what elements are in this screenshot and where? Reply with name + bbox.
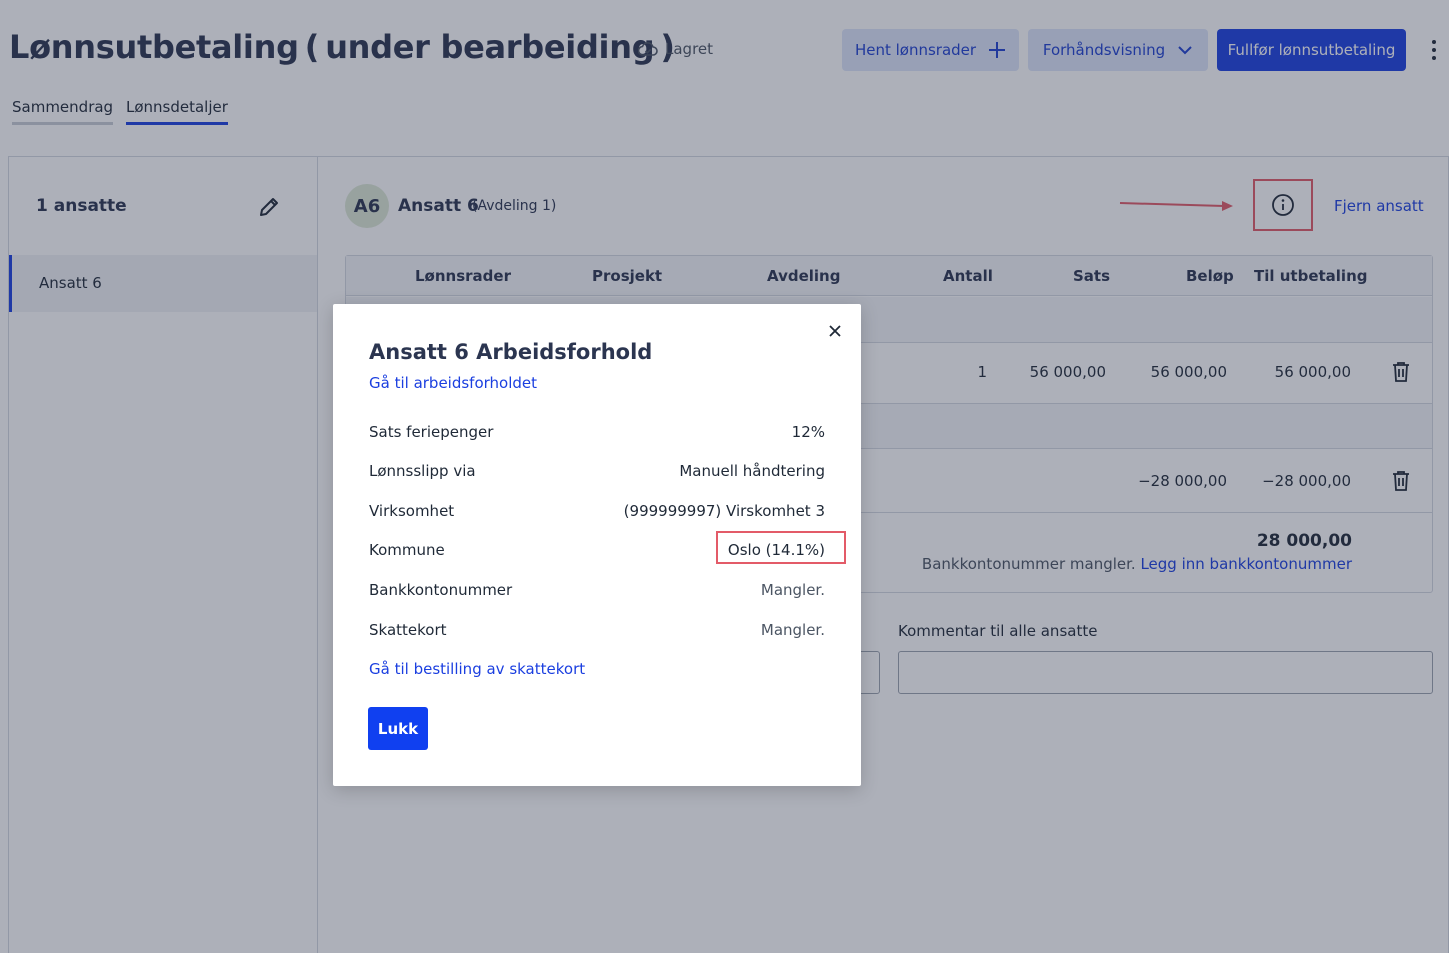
field-label: Sats feriepenger — [369, 423, 494, 441]
field-value: 12% — [791, 423, 825, 441]
field-value: Mangler. — [760, 581, 825, 599]
field-label: Kommune — [369, 541, 445, 559]
field-label: Skattekort — [369, 621, 447, 639]
field-label: Bankkontonummer — [369, 581, 513, 599]
close-icon[interactable] — [826, 322, 844, 340]
field-value: Mangler. — [760, 621, 825, 639]
employment-link[interactable]: Gå til arbeidsforholdet — [369, 374, 537, 392]
modal-title: Ansatt 6 Arbeidsforhold — [369, 340, 653, 364]
tax-card-order-link[interactable]: Gå til bestilling av skattekort — [369, 660, 585, 678]
field-value: Manuell håndtering — [679, 462, 825, 480]
kommune-highlight-box — [716, 531, 846, 564]
field-label: Virksomhet — [369, 502, 455, 520]
field-label: Lønnsslipp via — [369, 462, 476, 480]
page: Lønnsutbetaling ( under bearbeiding ) La… — [0, 0, 1449, 953]
close-button[interactable]: Lukk — [368, 707, 428, 750]
field-value: (999999997) Virskomhet 3 — [623, 502, 825, 520]
